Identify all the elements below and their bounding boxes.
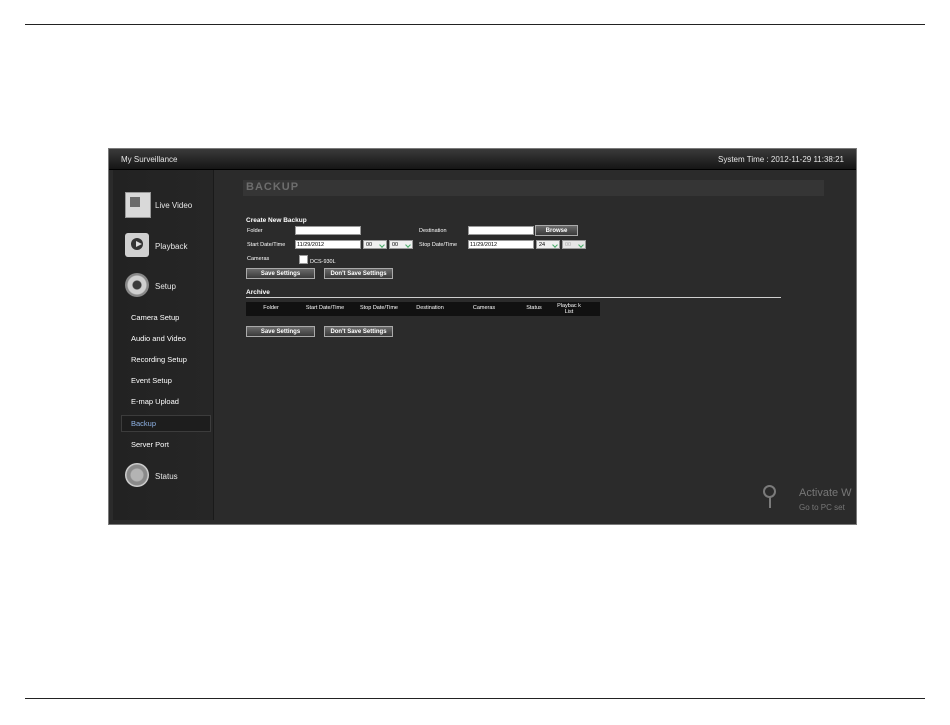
watermark-line1: Activate W — [799, 487, 852, 499]
watermark-line2: Go to PC set — [799, 503, 845, 512]
status-icon — [125, 463, 149, 487]
archive-table-header: Folder Start Date/Time Stop Date/Time De… — [246, 302, 600, 316]
archive-divider — [246, 297, 781, 298]
nav-live-video[interactable]: Live Video — [125, 192, 211, 220]
sidebar-item-recording-setup[interactable]: Recording Setup — [131, 355, 187, 364]
create-section-title: Create New Backup — [246, 217, 307, 224]
sidebar-item-camera-setup[interactable]: Camera Setup — [131, 313, 179, 322]
bottom-rule — [25, 698, 925, 699]
folder-input[interactable] — [295, 226, 361, 235]
stop-minute-select[interactable]: 00 — [562, 240, 586, 249]
page-title-bar — [243, 180, 824, 196]
nav-label: Playback — [155, 242, 188, 251]
nav-label: Status — [155, 472, 178, 481]
dont-save-settings-button[interactable]: Don't Save Settings — [324, 268, 393, 279]
folder-label: Folder — [247, 228, 263, 234]
stop-date-input[interactable]: 11/29/2012 — [468, 240, 534, 249]
nav-label: Setup — [155, 282, 176, 291]
sidebar-item-backup[interactable]: Backup — [131, 419, 156, 428]
column-header: Destination — [416, 305, 444, 311]
system-time: System Time : 2012-11-29 11:38:21 — [718, 155, 844, 164]
camera-name: DCS-930L — [310, 259, 336, 265]
stop-datetime-label: Stop Date/Time — [419, 242, 458, 248]
top-rule — [25, 24, 925, 25]
gear-icon — [125, 273, 149, 297]
activation-watermark: Activate W Go to PC set — [763, 481, 856, 521]
key-icon — [763, 485, 777, 508]
main-panel: BACKUP Create New Backup Folder Destinat… — [219, 171, 856, 523]
nav-setup[interactable]: Setup — [125, 273, 211, 301]
playback-icon — [125, 233, 149, 257]
column-header: Stop Date/Time — [359, 305, 398, 311]
destination-input[interactable] — [468, 226, 534, 235]
sidebar-item-event-setup[interactable]: Event Setup — [131, 376, 172, 385]
app-title: My Surveillance — [121, 155, 178, 164]
column-header: Status — [526, 305, 542, 311]
live-video-icon — [125, 192, 151, 218]
start-minute-select[interactable]: 00 — [389, 240, 413, 249]
nav-status[interactable]: Status — [125, 463, 211, 491]
archive-dont-save-settings-button[interactable]: Don't Save Settings — [324, 326, 393, 337]
column-header: Playbac k List — [557, 303, 581, 315]
sidebar-item-server-port[interactable]: Server Port — [131, 440, 169, 449]
page-title: BACKUP — [246, 181, 300, 193]
app-window: My Surveillance System Time : 2012-11-29… — [108, 148, 857, 525]
stop-hour-select[interactable]: 24 — [536, 240, 560, 249]
start-hour-select[interactable]: 00 — [363, 240, 387, 249]
destination-label: Destination — [419, 228, 447, 234]
cameras-label: Cameras — [247, 256, 270, 262]
archive-section-title: Archive — [246, 289, 270, 296]
save-settings-button[interactable]: Save Settings — [246, 268, 315, 279]
start-date-input[interactable]: 11/29/2012 — [295, 240, 361, 249]
sidebar: Live Video Playback Setup Camera Setup A… — [113, 170, 214, 520]
archive-save-settings-button[interactable]: Save Settings — [246, 326, 315, 337]
nav-label: Live Video — [155, 201, 193, 210]
sidebar-item-emap-upload[interactable]: E-map Upload — [131, 397, 179, 406]
browse-button[interactable]: Browse — [535, 225, 578, 236]
nav-playback[interactable]: Playback — [125, 233, 211, 261]
column-header: Cameras — [472, 305, 496, 311]
camera-checkbox[interactable] — [299, 255, 308, 264]
title-bar: My Surveillance System Time : 2012-11-29… — [109, 149, 856, 170]
sidebar-item-audio-video[interactable]: Audio and Video — [131, 334, 186, 343]
column-header: Start Date/Time — [305, 305, 345, 311]
column-header: Folder — [263, 305, 279, 311]
start-datetime-label: Start Date/Time — [247, 242, 286, 248]
